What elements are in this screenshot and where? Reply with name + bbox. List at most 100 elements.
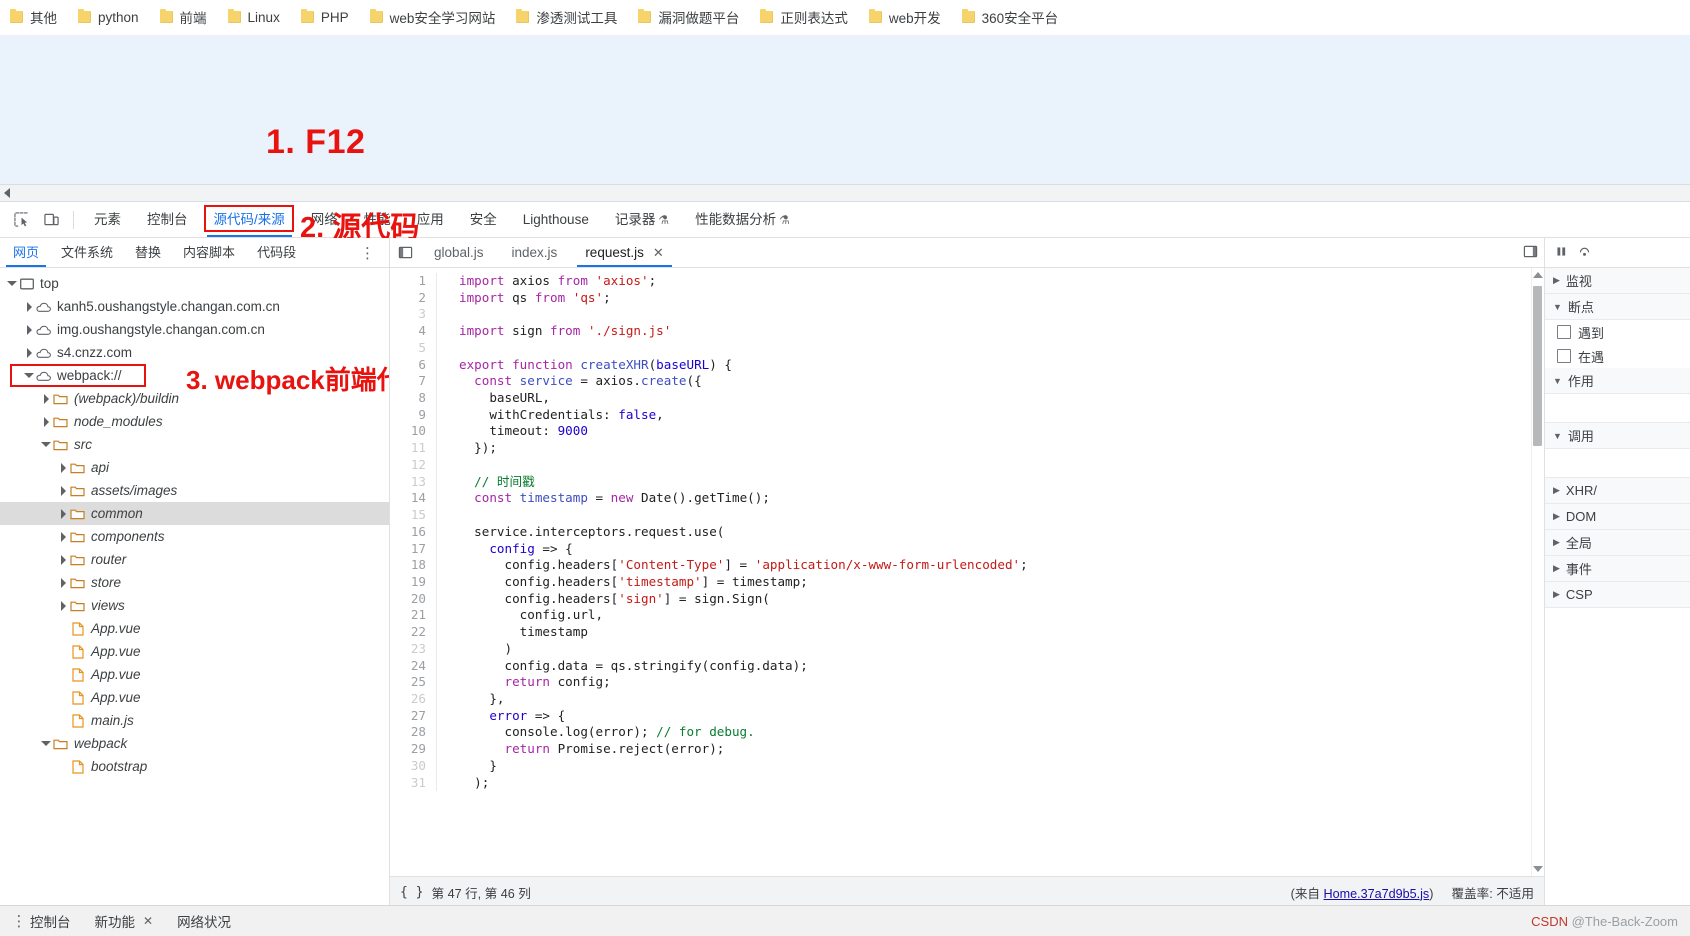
scroll-left-arrow-icon[interactable]: [4, 188, 10, 198]
file-tree-node[interactable]: store: [0, 571, 389, 594]
debugger-section-header[interactable]: ▼ 断点: [1545, 294, 1690, 320]
line-number[interactable]: 30: [390, 758, 436, 775]
line-number[interactable]: 9: [390, 407, 436, 424]
chevron-right-icon[interactable]: [57, 486, 69, 496]
line-number[interactable]: 1: [390, 273, 436, 290]
line-number[interactable]: 20: [390, 591, 436, 608]
chevron-down-icon[interactable]: [40, 442, 52, 447]
chevron-down-icon[interactable]: ▼: [1553, 376, 1562, 386]
line-number[interactable]: 25: [390, 674, 436, 691]
file-tree-node[interactable]: webpack://: [0, 364, 389, 387]
bookmark-item[interactable]: 渗透测试工具: [516, 7, 617, 27]
line-number[interactable]: 4: [390, 323, 436, 340]
file-tree-node[interactable]: img.oushangstyle.changan.com.cn: [0, 318, 389, 341]
scroll-up-arrow-icon[interactable]: [1533, 272, 1543, 278]
checkbox[interactable]: [1557, 325, 1571, 339]
editor-tab-request-js[interactable]: request.js ✕: [571, 239, 677, 267]
code-viewer[interactable]: 1 import axios from 'axios'; 2 import qs fr…: [390, 268, 1544, 876]
bookmark-item[interactable]: 前端: [159, 7, 207, 27]
scroll-down-arrow-icon[interactable]: [1533, 866, 1543, 872]
bookmark-item[interactable]: python: [78, 9, 139, 25]
line-number[interactable]: 10: [390, 423, 436, 440]
pause-resume-icon[interactable]: [1555, 245, 1568, 261]
file-tree-node[interactable]: router: [0, 548, 389, 571]
chevron-right-icon[interactable]: [57, 532, 69, 542]
line-number[interactable]: 31: [390, 775, 436, 792]
bookmark-item[interactable]: web安全学习网站: [369, 7, 495, 27]
code-vertical-scrollbar[interactable]: [1531, 268, 1544, 876]
devtools-tab-0[interactable]: 元素: [81, 203, 134, 237]
file-tree-node[interactable]: common: [0, 502, 389, 525]
editor-tab-global-js[interactable]: global.js: [420, 239, 498, 267]
file-tree-node[interactable]: components: [0, 525, 389, 548]
close-icon[interactable]: ✕: [143, 914, 153, 928]
line-number[interactable]: 2: [390, 290, 436, 307]
line-number[interactable]: 17: [390, 541, 436, 558]
navigator-more-options-icon[interactable]: ⋮: [360, 244, 375, 262]
inspect-element-icon[interactable]: [6, 206, 36, 234]
checkbox[interactable]: [1557, 349, 1571, 363]
line-number[interactable]: 21: [390, 607, 436, 624]
line-number[interactable]: 19: [390, 574, 436, 591]
close-icon[interactable]: ✕: [653, 239, 664, 267]
breakpoint-option[interactable]: 遇到: [1545, 320, 1690, 344]
pretty-print-icon[interactable]: { }: [400, 885, 423, 900]
bookmark-item[interactable]: web开发: [868, 7, 941, 27]
chevron-right-icon[interactable]: [23, 348, 35, 358]
file-tree-node[interactable]: main.js: [0, 709, 389, 732]
chevron-right-icon[interactable]: [57, 509, 69, 519]
bookmark-item[interactable]: 正则表达式: [760, 7, 848, 27]
devtools-tab-2[interactable]: 源代码/来源: [201, 203, 298, 237]
devtools-tab-5[interactable]: 应用: [404, 203, 457, 237]
chevron-right-icon[interactable]: [57, 555, 69, 565]
chevron-right-icon[interactable]: [23, 302, 35, 312]
chevron-right-icon[interactable]: [40, 394, 52, 404]
drawer-more-options-icon[interactable]: ⋮: [8, 912, 30, 930]
show-navigator-icon[interactable]: [390, 245, 420, 260]
file-tree-node[interactable]: webpack: [0, 732, 389, 755]
chevron-right-icon[interactable]: ▶: [1553, 485, 1560, 496]
debugger-section-header[interactable]: ▶ DOM: [1545, 504, 1690, 530]
line-number[interactable]: 7: [390, 373, 436, 390]
line-number[interactable]: 8: [390, 390, 436, 407]
line-number[interactable]: 22: [390, 624, 436, 641]
bookmark-item[interactable]: 其他: [10, 7, 57, 27]
line-number[interactable]: 29: [390, 741, 436, 758]
chevron-down-icon[interactable]: ▼: [1553, 431, 1562, 441]
debugger-section-header[interactable]: ▶ 全局: [1545, 530, 1690, 556]
chevron-right-icon[interactable]: ▶: [1553, 563, 1560, 574]
devtools-tab-6[interactable]: 安全: [457, 203, 510, 237]
chevron-down-icon[interactable]: [6, 281, 18, 286]
step-over-icon[interactable]: [1578, 245, 1591, 261]
line-number[interactable]: 12: [390, 457, 436, 474]
device-toolbar-icon[interactable]: [36, 206, 66, 234]
debugger-section-header[interactable]: ▶ 事件: [1545, 556, 1690, 582]
chevron-down-icon[interactable]: [23, 373, 35, 378]
file-tree-node[interactable]: App.vue: [0, 617, 389, 640]
navigator-tab-0[interactable]: 网页: [2, 239, 50, 267]
chevron-right-icon[interactable]: ▶: [1553, 511, 1560, 522]
line-number[interactable]: 15: [390, 507, 436, 524]
line-number[interactable]: 26: [390, 691, 436, 708]
chevron-right-icon[interactable]: ▶: [1553, 275, 1560, 286]
chevron-down-icon[interactable]: ▼: [1553, 302, 1562, 312]
file-tree-node[interactable]: App.vue: [0, 640, 389, 663]
bookmark-item[interactable]: 漏洞做题平台: [638, 7, 739, 27]
debugger-section-header[interactable]: ▼ 调用: [1545, 423, 1690, 449]
file-tree-node[interactable]: assets/images: [0, 479, 389, 502]
chevron-right-icon[interactable]: [57, 578, 69, 588]
devtools-tab-8[interactable]: 记录器 ⚗: [602, 203, 682, 237]
chevron-down-icon[interactable]: [40, 741, 52, 746]
line-number[interactable]: 23: [390, 641, 436, 658]
file-tree-node[interactable]: kanh5.oushangstyle.changan.com.cn: [0, 295, 389, 318]
expand-editor-icon[interactable]: [1523, 244, 1538, 262]
navigator-tab-3[interactable]: 内容脚本: [172, 239, 246, 267]
file-tree-node[interactable]: src: [0, 433, 389, 456]
devtools-tab-4[interactable]: 性能: [351, 203, 404, 237]
file-tree-node[interactable]: bootstrap: [0, 755, 389, 778]
chevron-right-icon[interactable]: ▶: [1553, 537, 1560, 548]
file-tree-node[interactable]: (webpack)/buildin: [0, 387, 389, 410]
bookmark-item[interactable]: 360安全平台: [961, 7, 1058, 27]
file-tree-node[interactable]: s4.cnzz.com: [0, 341, 389, 364]
line-number[interactable]: 27: [390, 708, 436, 725]
